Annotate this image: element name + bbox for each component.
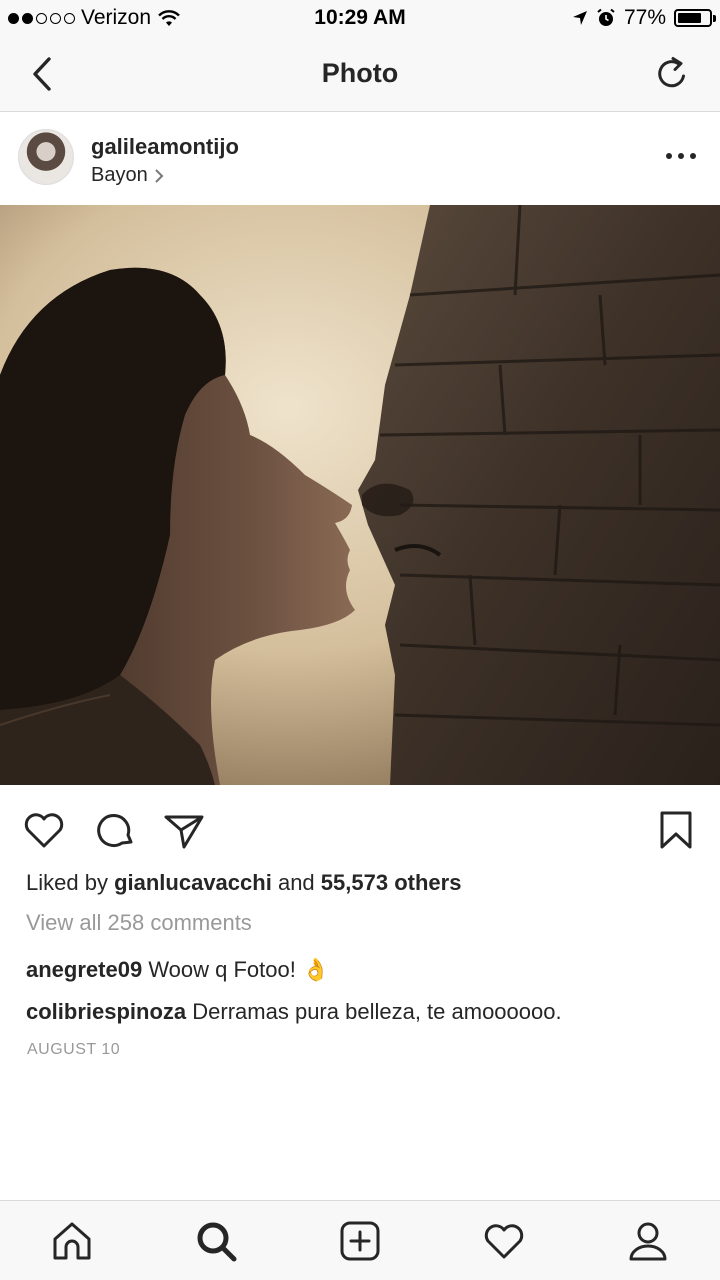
post-photo[interactable]	[0, 205, 720, 785]
likes-others[interactable]: 55,573 others	[321, 870, 462, 895]
post-header: galileamontijo Bayon	[0, 112, 720, 205]
likes-user[interactable]: gianlucavacchi	[114, 870, 272, 895]
location-label: Bayon	[91, 164, 148, 186]
comment-username[interactable]: colibriespinoza	[26, 999, 186, 1024]
activity-heart-icon[interactable]	[482, 1219, 526, 1263]
comment-icon[interactable]	[94, 808, 138, 852]
chevron-right-icon	[155, 168, 164, 183]
alarm-clock-icon	[597, 8, 615, 26]
like-heart-icon[interactable]	[22, 808, 66, 852]
post-username[interactable]: galileamontijo	[91, 134, 239, 160]
battery-icon	[674, 9, 716, 27]
more-options-icon[interactable]	[666, 146, 696, 166]
comment-username[interactable]: anegrete09	[26, 957, 142, 982]
bookmark-icon[interactable]	[654, 808, 698, 852]
post-location[interactable]: Bayon	[91, 164, 164, 187]
share-direct-icon[interactable]	[162, 808, 206, 852]
post-action-bar	[0, 800, 720, 856]
refresh-icon[interactable]	[652, 54, 692, 94]
avatar[interactable]	[18, 129, 74, 185]
profile-icon[interactable]	[626, 1219, 670, 1263]
battery-percent: 77%	[623, 6, 666, 29]
page-title: Photo	[321, 58, 399, 88]
battery-level	[678, 13, 702, 23]
status-bar: Verizon 10:29 AM 77%	[0, 0, 720, 38]
post-date: AUGUST 10	[27, 1041, 121, 1058]
nav-bar: Photo	[0, 38, 720, 112]
photo-artwork	[0, 205, 720, 785]
status-right: 77%	[572, 6, 716, 30]
likes-joiner: and	[277, 870, 315, 895]
likes-prefix: Liked by	[26, 870, 108, 895]
likes-summary[interactable]: Liked by gianlucavacchi and 55,573 other…	[26, 870, 461, 896]
search-icon[interactable]	[194, 1219, 238, 1263]
location-arrow-icon	[572, 11, 587, 25]
comment-item: colibriespinoza Derramas pura belleza, t…	[26, 999, 562, 1025]
comment-item: anegrete09 Woow q Fotoo! 👌	[26, 957, 329, 983]
add-post-icon[interactable]	[338, 1219, 382, 1263]
tab-bar	[0, 1200, 720, 1280]
view-all-comments-link[interactable]: View all 258 comments	[26, 910, 252, 936]
home-icon[interactable]	[50, 1219, 94, 1263]
comment-text: Derramas pura belleza, te amoooooo.	[192, 999, 562, 1024]
comment-text: Woow q Fotoo! 👌	[148, 957, 330, 982]
photo-screen: Verizon 10:29 AM 77% Photo galileamontij…	[0, 0, 720, 1280]
